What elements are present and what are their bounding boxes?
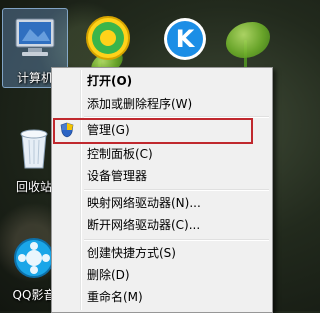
context-menu: 打开(O) 添加或删除程序(W) 管理(G) 控制面板(C) 设备管理器 映射网… xyxy=(51,67,273,313)
kugou-k-icon: K xyxy=(164,18,206,60)
menu-item-device-manager[interactable]: 设备管理器 xyxy=(54,165,270,187)
menu-item-rename[interactable]: 重命名(M) xyxy=(54,286,270,308)
menu-item-create-shortcut[interactable]: 创建快捷方式(S) xyxy=(54,242,270,264)
recycle-bin-icon xyxy=(20,129,48,169)
app-icon-360[interactable] xyxy=(84,14,132,66)
computer-icon xyxy=(15,18,55,56)
menu-item-open[interactable]: 打开(O) xyxy=(54,70,270,92)
menu-item-delete[interactable]: 删除(D) xyxy=(54,264,270,286)
qq-player-icon xyxy=(14,238,54,278)
shield-icon xyxy=(60,122,74,138)
menu-item-disconnect-network-drive[interactable]: 断开网络驱动器(C)... xyxy=(54,214,270,236)
menu-item-control-panel[interactable]: 控制面板(C) xyxy=(54,143,270,165)
360-security-icon xyxy=(86,16,130,60)
app-icon-kugou[interactable]: K xyxy=(162,16,208,66)
svg-text:K: K xyxy=(176,25,196,53)
menu-item-manage[interactable]: 管理(G) xyxy=(54,119,270,141)
menu-separator xyxy=(84,239,269,241)
menu-item-map-network-drive[interactable]: 映射网络驱动器(N)... xyxy=(54,192,270,214)
menu-item-label: 管理(G) xyxy=(87,123,130,137)
menu-item-add-remove-programs[interactable]: 添加或删除程序(W) xyxy=(54,93,270,115)
menu-separator xyxy=(84,189,269,191)
